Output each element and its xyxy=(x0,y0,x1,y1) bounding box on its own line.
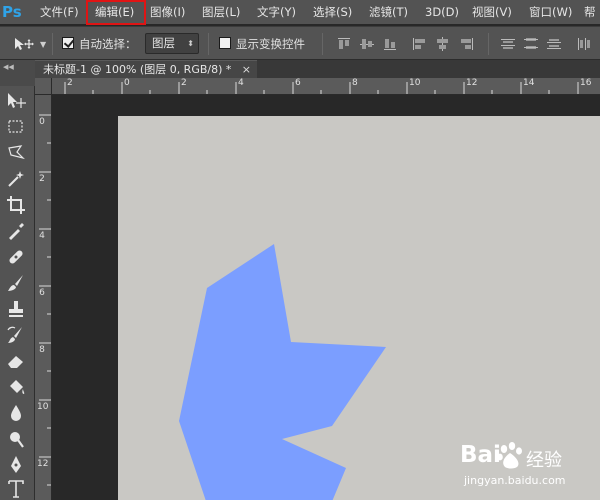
menu-filter[interactable]: 滤镜(T) xyxy=(369,0,408,24)
document-tab[interactable]: 未标题-1 @ 100% (图层 0, RGB/8) * × xyxy=(35,60,257,78)
auto-select-target-value: 图层 xyxy=(152,36,175,50)
ruler-label: 2 xyxy=(181,78,187,88)
align-bottom-icon[interactable] xyxy=(382,37,398,51)
tools-panel-header[interactable]: ◀◀ xyxy=(0,60,35,86)
ruler-label: 8 xyxy=(352,78,358,88)
pen-tool-icon[interactable] xyxy=(5,454,27,476)
options-separator xyxy=(322,33,323,55)
ruler-label: 2 xyxy=(39,174,45,184)
ruler-label: 8 xyxy=(39,345,45,355)
ruler-label: 0 xyxy=(39,117,45,127)
watermark-url: jingyan.baidu.com xyxy=(464,474,566,487)
dodge-tool-icon[interactable] xyxy=(5,428,27,450)
options-bar: ▼ 自动选择： 图层 ⬍ 显示变换控件 xyxy=(0,26,600,60)
ruler-label: 4 xyxy=(238,78,244,88)
menu-image[interactable]: 图像(I) xyxy=(150,0,185,24)
blur-tool-icon[interactable] xyxy=(5,402,27,424)
menu-edit-highlight-box xyxy=(86,0,146,25)
lasso-tool-icon[interactable] xyxy=(5,142,27,164)
eyedropper-tool-icon[interactable] xyxy=(5,220,27,242)
align-vertical-center-icon[interactable] xyxy=(359,37,375,51)
baidu-jingyan-watermark: Bai 经验 jingyan.baidu.com xyxy=(456,438,600,500)
crop-tool-icon[interactable] xyxy=(5,194,27,216)
watermark-brand: Bai xyxy=(460,442,501,468)
align-horizontal-center-icon[interactable] xyxy=(435,37,451,51)
document-tab-bar: 未标题-1 @ 100% (图层 0, RGB/8) * × xyxy=(35,60,600,78)
brush-tool-icon[interactable] xyxy=(5,272,27,294)
show-transform-label: 显示变换控件 xyxy=(236,37,305,51)
paint-bucket-tool-icon[interactable] xyxy=(5,376,27,398)
move-tool-icon[interactable] xyxy=(5,90,27,112)
magic-wand-tool-icon[interactable] xyxy=(5,168,27,190)
horizontal-ruler-ticks xyxy=(64,82,579,94)
options-separator xyxy=(208,33,209,55)
distribute-left-icon[interactable] xyxy=(576,37,592,51)
tools-panel: ◀◀ xyxy=(0,60,35,500)
ruler-label: 4 xyxy=(39,231,45,241)
options-separator xyxy=(488,33,489,55)
history-brush-tool-icon[interactable] xyxy=(5,324,27,346)
align-left-icon[interactable] xyxy=(412,37,428,51)
menu-view[interactable]: 视图(V) xyxy=(472,0,512,24)
ruler-label: 12 xyxy=(466,78,478,88)
distribute-bottom-icon[interactable] xyxy=(546,37,562,51)
ruler-label: 12 xyxy=(37,459,49,469)
auto-select-target-select[interactable]: 图层 ⬍ xyxy=(145,33,199,54)
ruler-label: 2 xyxy=(67,78,73,88)
collapse-panel-icon[interactable]: ◀◀ xyxy=(3,63,14,71)
ruler-label: 16 xyxy=(580,78,592,88)
distribute-vertical-center-icon[interactable] xyxy=(523,37,539,51)
photoshop-logo: Ps xyxy=(2,3,22,21)
ruler-origin[interactable] xyxy=(35,78,52,95)
menu-3d[interactable]: 3D(D) xyxy=(425,0,459,24)
ruler-label: 10 xyxy=(409,78,421,88)
healing-brush-tool-icon[interactable] xyxy=(5,246,27,268)
document-tab-title: 未标题-1 @ 100% (图层 0, RGB/8) * xyxy=(43,63,232,76)
options-separator xyxy=(52,33,53,55)
menu-file[interactable]: 文件(F) xyxy=(40,0,79,24)
show-transform-checkbox[interactable] xyxy=(219,37,231,49)
type-tool-icon[interactable] xyxy=(5,478,27,500)
select-updown-icon: ⬍ xyxy=(187,39,194,48)
menu-type[interactable]: 文字(Y) xyxy=(257,0,296,24)
menu-layer[interactable]: 图层(L) xyxy=(202,0,240,24)
auto-select-label: 自动选择： xyxy=(79,37,137,51)
menu-bar: Ps 文件(F) 编辑(E) 图像(I) 图层(L) 文字(Y) 选择(S) 滤… xyxy=(0,0,600,25)
ruler-label: 6 xyxy=(295,78,301,88)
align-top-icon[interactable] xyxy=(336,37,352,51)
watermark-brand-suffix: 经验 xyxy=(526,450,562,471)
ruler-label: 14 xyxy=(523,78,535,88)
ruler-label: 10 xyxy=(37,402,49,412)
menu-window[interactable]: 窗口(W) xyxy=(529,0,572,24)
distribute-top-icon[interactable] xyxy=(500,37,516,51)
close-icon[interactable]: × xyxy=(242,61,251,78)
ruler-label: 6 xyxy=(39,288,45,298)
move-tool-icon[interactable] xyxy=(14,37,36,51)
marquee-tool-icon[interactable] xyxy=(5,116,27,138)
eraser-tool-icon[interactable] xyxy=(5,350,27,372)
align-right-icon[interactable] xyxy=(458,37,474,51)
tool-preset-dropdown-icon[interactable]: ▼ xyxy=(40,40,46,49)
auto-select-checkbox[interactable] xyxy=(62,37,74,49)
horizontal-ruler[interactable]: 2 0 2 4 6 8 10 12 14 16 xyxy=(52,78,600,95)
menu-help[interactable]: 帮 xyxy=(584,0,596,24)
ruler-label: 0 xyxy=(124,78,130,88)
vertical-ruler[interactable]: 0 2 4 6 8 10 12 xyxy=(35,95,52,500)
blue-polygon-shape[interactable] xyxy=(179,244,386,500)
clone-stamp-tool-icon[interactable] xyxy=(5,298,27,320)
menu-select[interactable]: 选择(S) xyxy=(313,0,352,24)
